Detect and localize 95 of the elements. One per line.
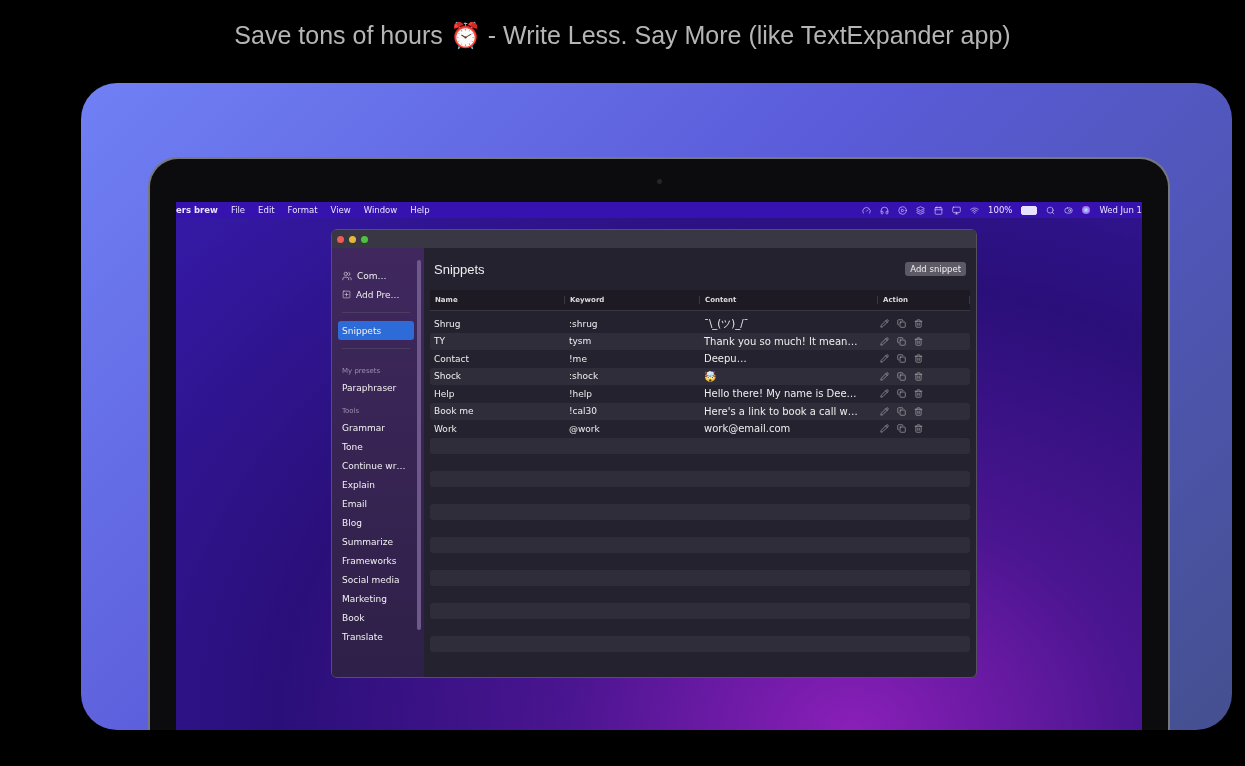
edit-icon[interactable]: [880, 319, 889, 329]
table-cell-text: @work: [568, 423, 601, 434]
edit-icon[interactable]: [880, 354, 889, 364]
trash-icon[interactable]: [914, 406, 923, 416]
table-cell-text: !help: [568, 388, 594, 399]
edit-icon[interactable]: [880, 424, 889, 434]
sidebar-item[interactable]: Social media: [338, 570, 414, 589]
menu-item[interactable]: Edit: [258, 205, 275, 215]
table-row[interactable]: TY tysm Thank you so much! It mean…: [430, 332, 970, 350]
sidebar-item[interactable]: Tone: [338, 437, 414, 456]
table-cell-text: !cal30: [568, 406, 599, 417]
sidebar-item[interactable]: Summarize: [338, 532, 414, 551]
calendar-icon[interactable]: [934, 205, 944, 215]
table-cell-text: :shock: [568, 371, 600, 382]
menu-item[interactable]: Help: [410, 205, 430, 215]
monitor-icon[interactable]: [952, 205, 962, 215]
sidebar-item[interactable]: Translate: [338, 627, 414, 646]
edit-icon[interactable]: [880, 336, 889, 346]
layers-icon[interactable]: [916, 205, 926, 215]
table-cell-text: Thank you so much! It mean…: [703, 335, 859, 347]
siri-icon[interactable]: [1082, 206, 1091, 214]
toggle-icon[interactable]: [1064, 205, 1074, 215]
sidebar-link[interactable]: Add Pre…: [356, 289, 400, 300]
edit-icon[interactable]: [880, 371, 889, 381]
headphones-icon[interactable]: [880, 205, 890, 215]
sidebar-item[interactable]: Grammar: [338, 418, 414, 437]
sidebar-link[interactable]: Com…: [357, 270, 387, 281]
table-cell-text: TY: [433, 336, 446, 347]
copy-icon[interactable]: [897, 319, 906, 329]
table-cell-text: Deepu…: [703, 353, 748, 365]
gauge-icon[interactable]: [862, 205, 872, 215]
menu-app-name[interactable]: ers brew: [176, 205, 218, 215]
trash-icon[interactable]: [914, 389, 923, 399]
trash-icon[interactable]: [914, 424, 923, 434]
menu-item[interactable]: View: [330, 205, 351, 215]
table-cell-text: Contact: [433, 353, 470, 364]
page-title: Snippets: [434, 261, 485, 277]
trash-icon[interactable]: [914, 336, 923, 346]
table-cell-text: ¯\_(ツ)_/¯: [703, 316, 750, 331]
table-cell-text: Book me: [433, 406, 475, 417]
minimize-button[interactable]: [349, 235, 356, 243]
wifi-icon[interactable]: [970, 205, 980, 215]
people-icon: [342, 270, 352, 281]
battery-icon[interactable]: [1021, 205, 1038, 215]
headline: Save tons of hours ⏰ - Write Less. Say More (like TextExpander app): [233, 19, 1012, 51]
edit-icon[interactable]: [880, 406, 889, 416]
copy-icon[interactable]: [897, 354, 906, 364]
edit-icon[interactable]: [880, 389, 889, 399]
table-row[interactable]: Work @work work@email.com: [430, 420, 970, 438]
sidebar-item[interactable]: Snippets: [338, 321, 414, 340]
table-cell-text: Help: [433, 388, 456, 399]
table-cell-text: Hello there! My name is Dee…: [703, 388, 858, 400]
add-snippet-button[interactable]: Add snippet: [905, 262, 966, 276]
sidebar-item[interactable]: Continue wr…: [338, 456, 414, 475]
copy-icon[interactable]: [897, 406, 906, 416]
menu-item[interactable]: Format: [287, 205, 318, 215]
table-cell-text: 🤯: [703, 370, 717, 382]
sidebar-item[interactable]: Marketing: [338, 589, 414, 608]
table-cell-text: work@email.com: [703, 423, 792, 435]
trash-icon[interactable]: [914, 319, 923, 329]
trash-icon[interactable]: [914, 354, 923, 364]
menu-item[interactable]: File: [230, 205, 246, 215]
table-cell-text: Shock: [433, 371, 463, 382]
sidebar-item[interactable]: Email: [338, 494, 414, 513]
search-icon[interactable]: [1046, 205, 1056, 215]
plus-square-icon: [342, 290, 351, 299]
sidebar-item[interactable]: Explain: [338, 475, 414, 494]
close-button[interactable]: [337, 235, 344, 243]
copy-icon[interactable]: [897, 389, 906, 399]
copy-icon[interactable]: [897, 424, 906, 434]
table-cell-text: !me: [568, 353, 588, 364]
sidebar-item[interactable]: Book: [338, 608, 414, 627]
table-cell-text: Here's a link to book a call w…: [703, 405, 859, 417]
battery-percent: 100%: [988, 205, 1013, 215]
sidebar-item[interactable]: Paraphraser: [338, 378, 414, 397]
table-row[interactable]: Contact !me Deepu…: [430, 350, 970, 368]
scrollbar[interactable]: [417, 260, 421, 630]
sidebar-item[interactable]: Blog: [338, 513, 414, 532]
play-icon[interactable]: [898, 205, 908, 215]
zoom-button[interactable]: [361, 235, 368, 243]
table-row[interactable]: Shock :shock 🤯: [430, 367, 970, 385]
table-cell-text: :shrug: [568, 318, 599, 329]
table-row[interactable]: Book me !cal30 Here's a link to book a call w…: [430, 402, 970, 420]
table-row[interactable]: Shrug :shrug ¯\_(ツ)_/¯: [430, 315, 970, 333]
sidebar-item[interactable]: Frameworks: [338, 551, 414, 570]
copy-icon[interactable]: [897, 371, 906, 381]
copy-icon[interactable]: [897, 336, 906, 346]
table-cell-text: Shrug: [433, 318, 462, 329]
menu-clock: Wed Jun 1: [1099, 205, 1142, 215]
table-cell-text: Work: [433, 423, 458, 434]
table-row[interactable]: Help !help Hello there! My name is Dee…: [430, 385, 970, 403]
camera-icon: [656, 179, 662, 184]
trash-icon[interactable]: [914, 371, 923, 381]
menu-item[interactable]: Window: [363, 205, 398, 215]
table-cell-text: tysm: [568, 336, 593, 347]
